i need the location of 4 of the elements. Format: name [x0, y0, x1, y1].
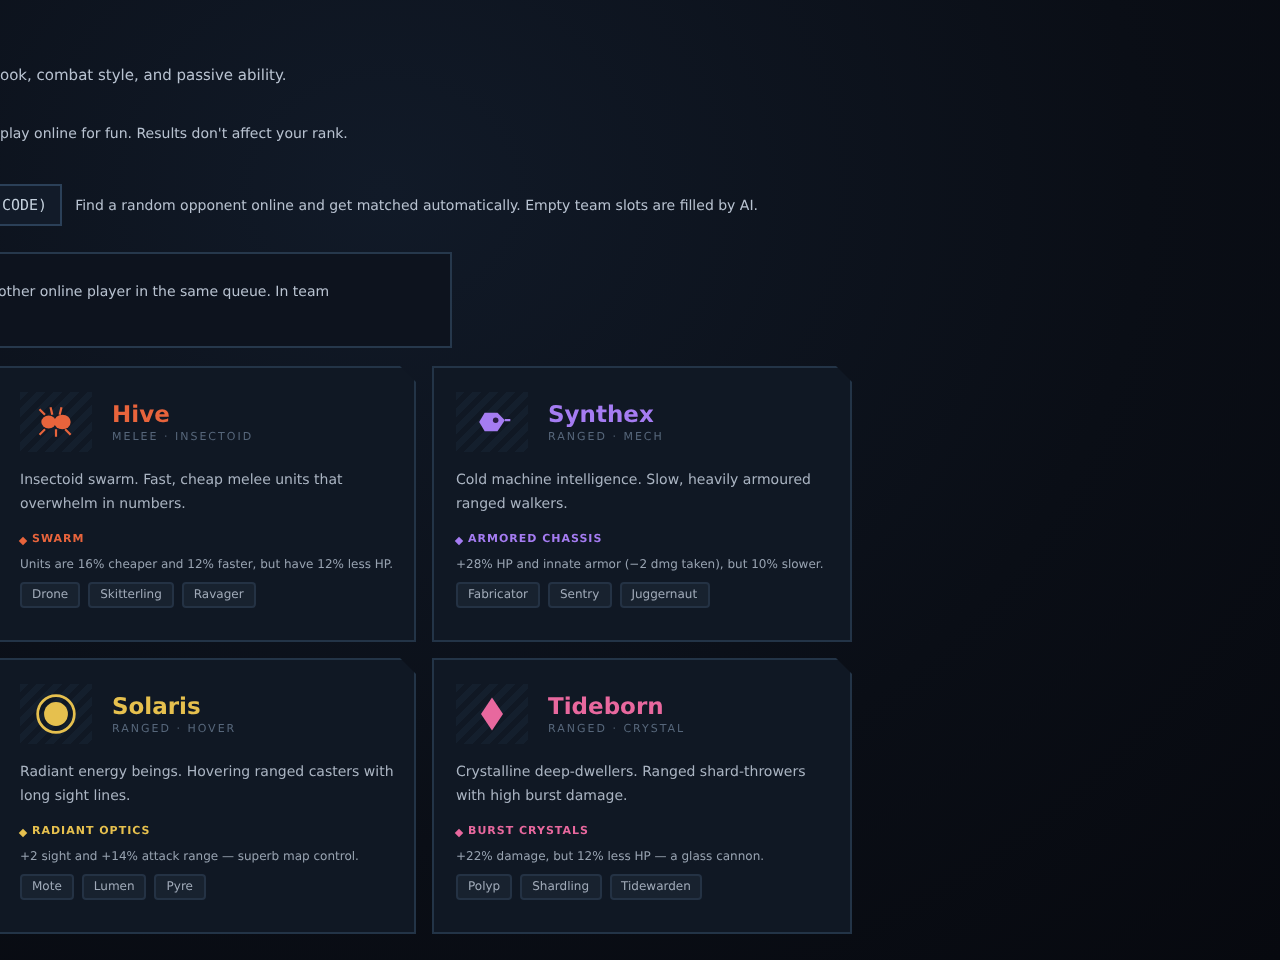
faction-name: Synthex — [548, 400, 656, 428]
faction-name: Solaris — [112, 692, 203, 720]
faction-name: Hive — [112, 400, 172, 428]
faction-name: Tideborn — [548, 692, 666, 720]
